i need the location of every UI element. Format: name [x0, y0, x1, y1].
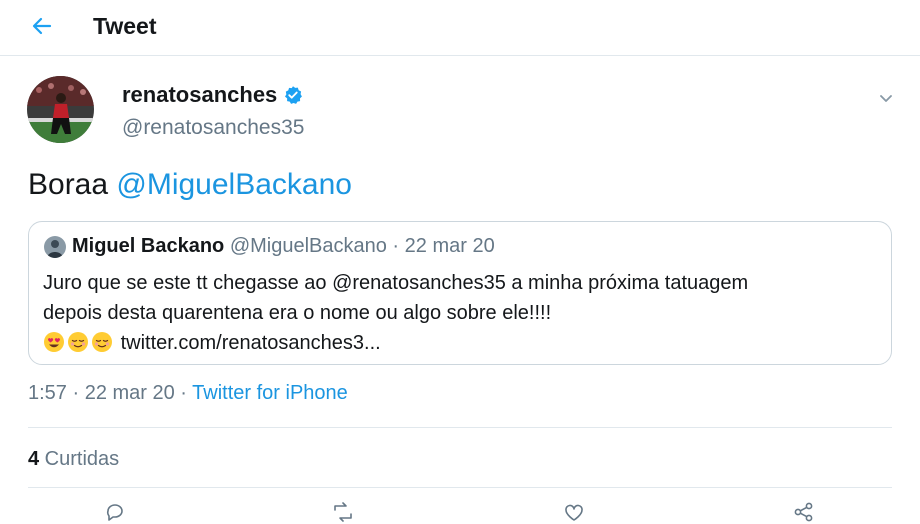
verified-badge-icon [283, 85, 303, 105]
avatar[interactable] [27, 76, 94, 143]
author-display-name[interactable]: renatosanches [122, 82, 277, 108]
tweet-text: Boraa @MiguelBackano [28, 168, 352, 202]
quoted-meta: @MiguelBackano · 22 mar 20 [224, 235, 495, 257]
divider [28, 427, 892, 428]
author-name-row[interactable]: renatosanches [122, 82, 303, 108]
back-button[interactable] [28, 12, 56, 40]
quoted-line-emoji: twitter.com/renatosanches3... [43, 328, 873, 362]
arrow-left-icon [32, 17, 52, 35]
relieved-emoji-icon [91, 331, 113, 362]
likes-label: Curtidas [39, 448, 120, 470]
tweet-text-prefix: Boraa [28, 168, 117, 201]
like-icon [565, 504, 583, 521]
page-title: Tweet [93, 13, 157, 39]
quoted-line: depois desta quarentena era o nome ou al… [43, 302, 552, 324]
likes-link[interactable]: 4 Curtidas [28, 448, 119, 471]
share-button[interactable] [792, 500, 816, 524]
mention-link[interactable]: @MiguelBackano [116, 168, 352, 201]
quoted-display-name: Miguel Backano [72, 235, 225, 257]
tweet-timestamp-row: 1:57 · 22 mar 20 · Twitter for iPhone [28, 382, 348, 405]
reply-icon [106, 504, 123, 521]
quoted-text: Juro que se este tt chegasse ao @renatos… [43, 268, 873, 362]
author-handle[interactable]: @renatosanches35 [122, 116, 304, 140]
avatar-image [27, 76, 94, 143]
share-icon [794, 502, 813, 522]
quoted-header: Miguel Backano @MiguelBackano · 22 mar 2… [72, 235, 495, 258]
quoted-line: Juro que se este tt chegasse ao @renatos… [43, 272, 749, 294]
tweet-timestamp: 1:57 · 22 mar 20 · [28, 382, 193, 404]
divider [28, 487, 892, 488]
reply-button[interactable] [103, 500, 127, 524]
quoted-link: twitter.com/renatosanches3... [120, 332, 381, 354]
more-options-button[interactable] [876, 88, 896, 108]
retweet-button[interactable] [331, 500, 355, 524]
relieved-emoji-icon [67, 331, 89, 362]
like-button[interactable] [562, 500, 586, 524]
quoted-avatar [44, 236, 66, 258]
quoted-tweet[interactable]: Miguel Backano @MiguelBackano · 22 mar 2… [28, 221, 892, 365]
top-bar: Tweet [0, 0, 920, 56]
heart-eyes-emoji-icon [43, 331, 65, 362]
likes-count: 4 [28, 448, 40, 470]
retweet-icon [334, 502, 352, 522]
chevron-down-icon [880, 95, 892, 102]
tweet-source-link[interactable]: Twitter for iPhone [192, 382, 348, 404]
